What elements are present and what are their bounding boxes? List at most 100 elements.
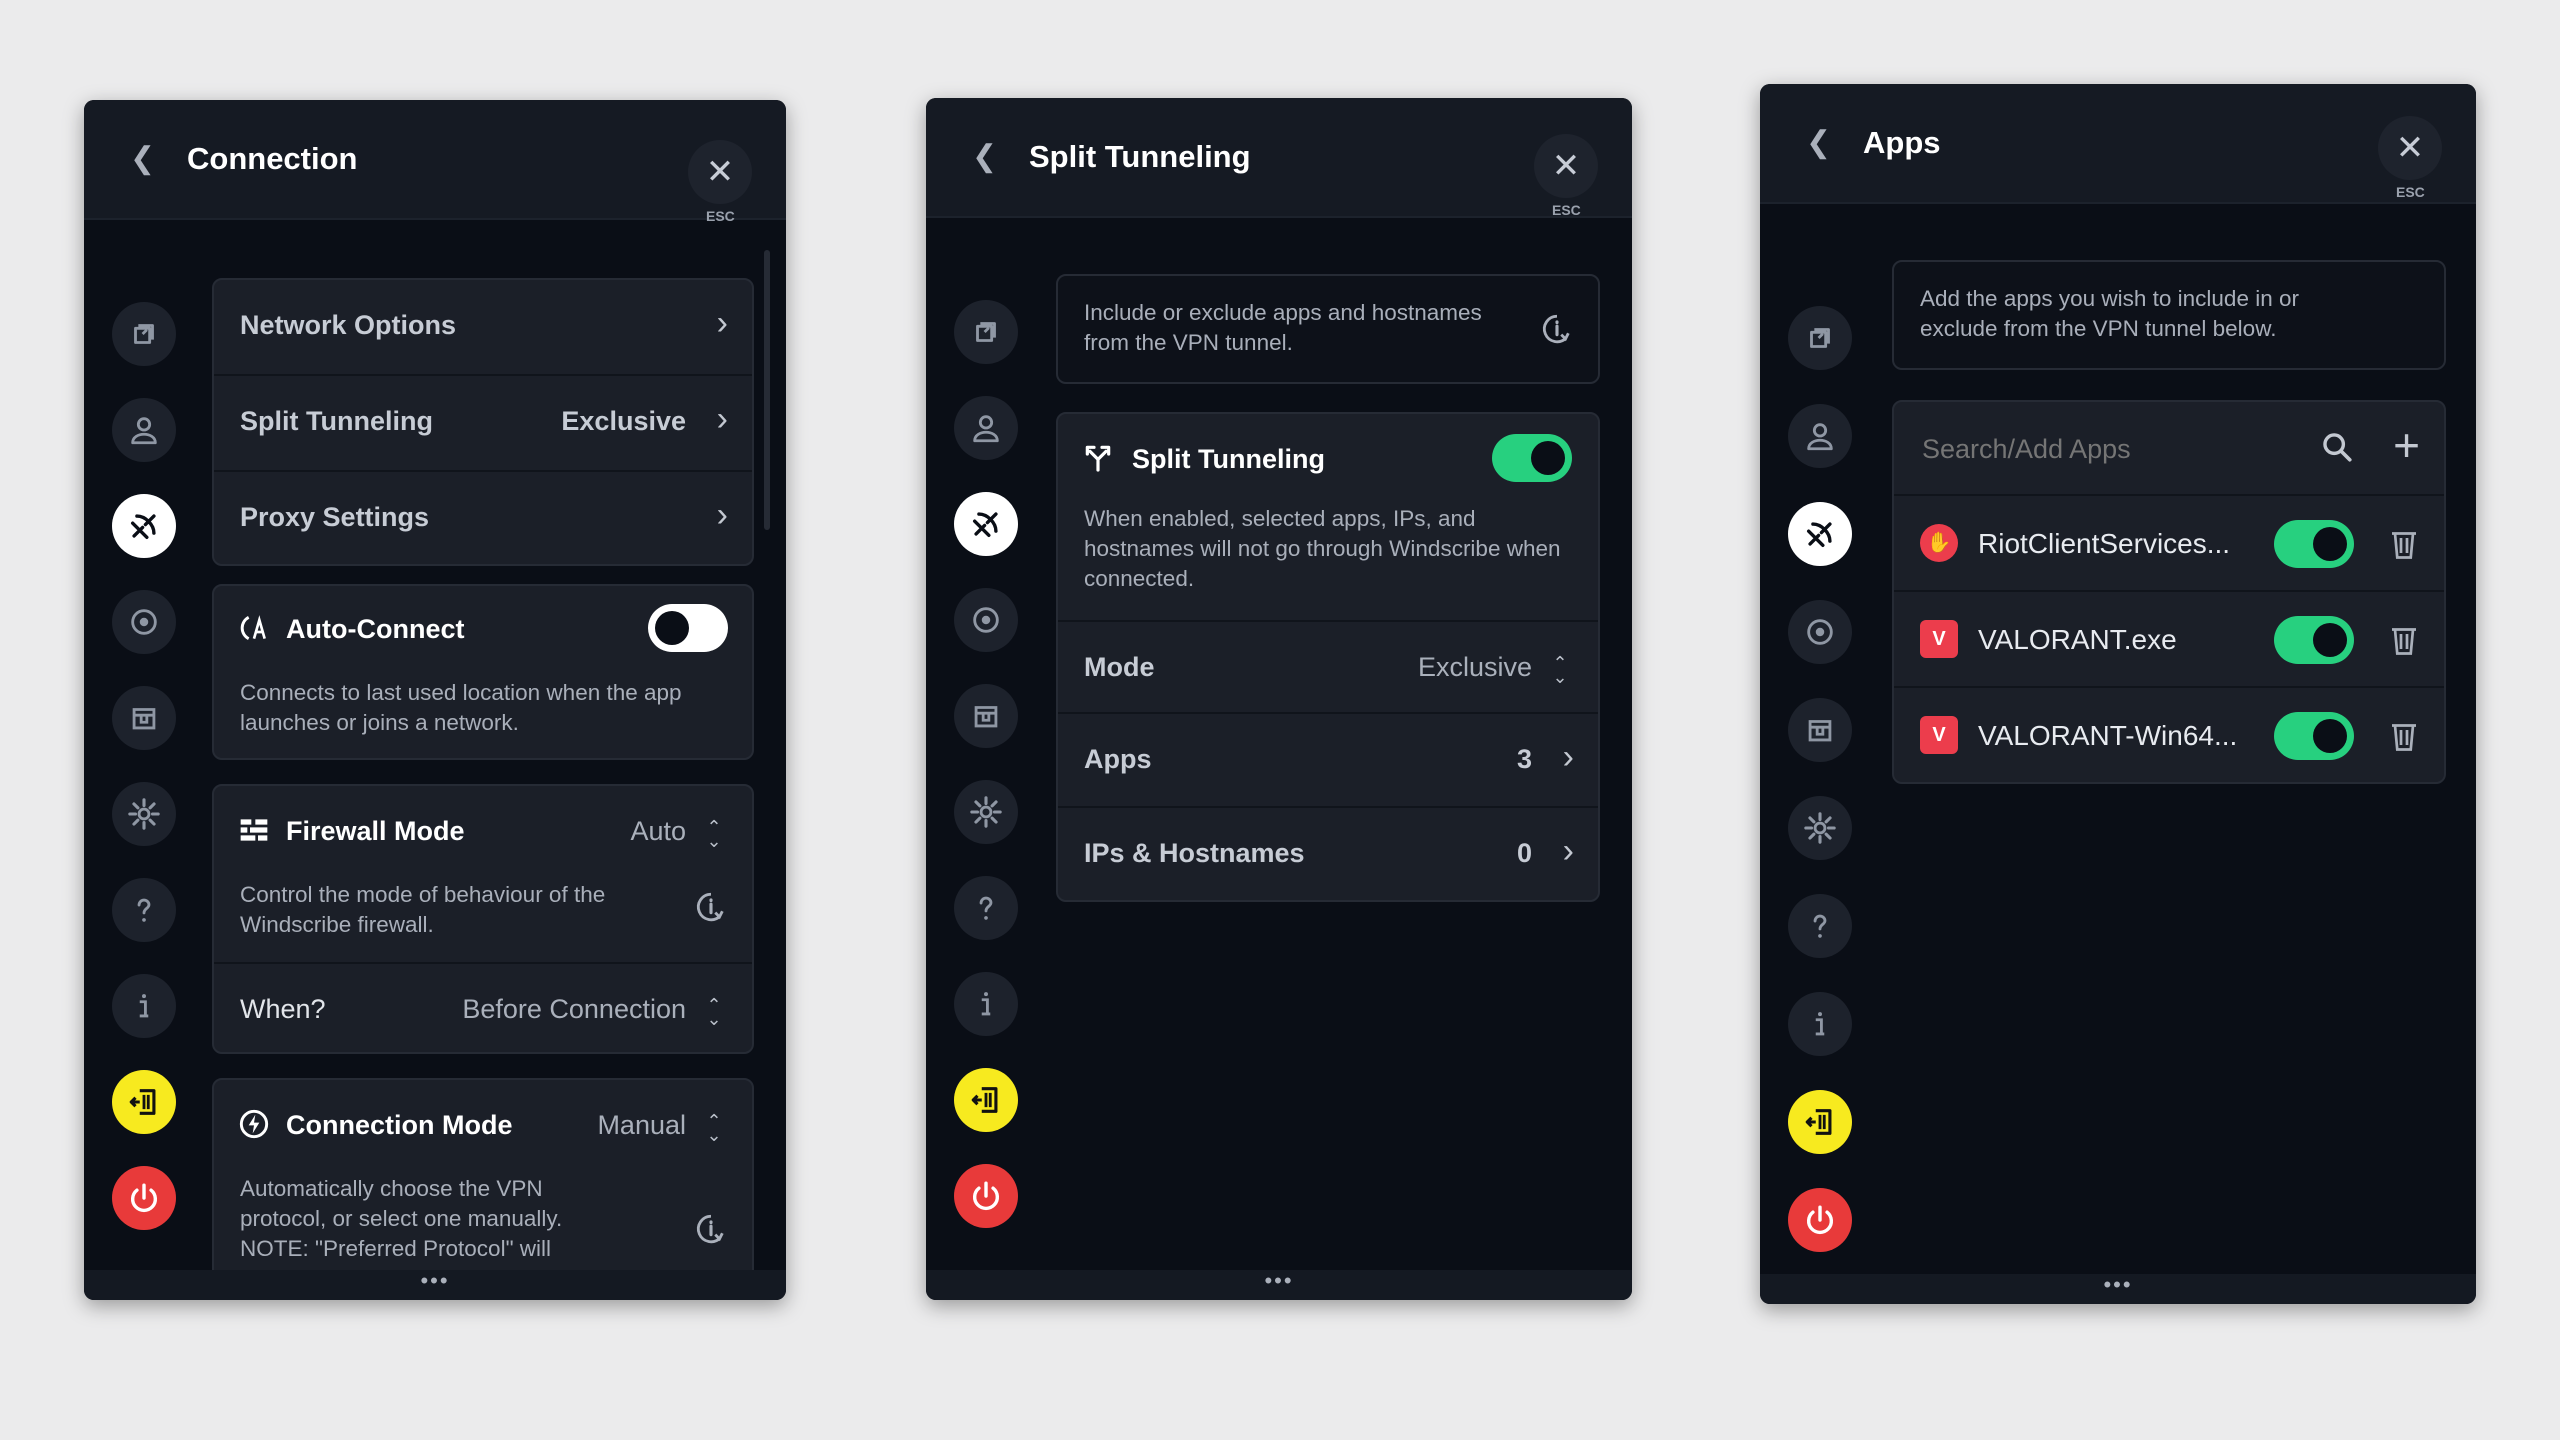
mode-label: Mode: [1084, 652, 1155, 682]
split-intro-card: Include or exclude apps and hostnames fr…: [1056, 274, 1600, 384]
auto-connect-icon: [238, 612, 270, 644]
ips-hostnames-row[interactable]: IPs & Hostnames 0 ›: [1058, 808, 1598, 902]
auto-connect-card: Auto-Connect Connects to last used locat…: [212, 584, 754, 760]
settings-gear-icon[interactable]: [954, 780, 1018, 844]
row-label: Proxy Settings: [240, 502, 430, 532]
robert-icon[interactable]: [112, 590, 176, 654]
preferences-box-icon[interactable]: [1788, 698, 1852, 762]
firewall-mode-title: Firewall Mode: [286, 816, 465, 846]
help-icon[interactable]: [954, 876, 1018, 940]
about-icon[interactable]: [1788, 992, 1852, 1056]
info-icon[interactable]: [694, 1212, 728, 1246]
scrollbar[interactable]: [764, 250, 770, 530]
split-tunneling-toggle[interactable]: [1492, 434, 1572, 482]
chevron-right-icon: ›: [1562, 738, 1574, 776]
info-icon[interactable]: [1540, 312, 1574, 346]
resize-grip[interactable]: •••: [926, 1268, 1632, 1294]
connection-header: ❮ Connection: [84, 100, 786, 220]
apps-intro-text: Add the apps you wish to include in or e…: [1920, 286, 2299, 341]
firewall-when-row[interactable]: When? Before Connection ⌃ ⌄: [214, 962, 752, 1054]
connection-mode-icon: [238, 1108, 270, 1140]
close-button[interactable]: ✕: [1534, 134, 1598, 198]
apps-count: 3: [1516, 744, 1532, 774]
page-title: Connection: [187, 141, 358, 176]
mode-row[interactable]: Mode Exclusive ⌃ ⌄: [1058, 620, 1598, 714]
trash-icon[interactable]: [2386, 524, 2422, 564]
resize-grip[interactable]: •••: [1760, 1272, 2476, 1298]
connection-mode-desc-line2: protocol, or select one manually.: [240, 1206, 563, 1231]
apps-row[interactable]: Apps 3 ›: [1058, 714, 1598, 808]
valorant-icon: V: [1920, 716, 1958, 754]
page-title: Apps: [1863, 125, 1941, 160]
split-tunnel-icon[interactable]: [1788, 502, 1852, 566]
split-fork-icon: [1082, 442, 1114, 474]
valorant-icon: V: [1920, 620, 1958, 658]
preferences-box-icon[interactable]: [112, 686, 176, 750]
split-tunneling-value: Exclusive: [561, 406, 686, 436]
connection-mode-value[interactable]: Manual: [597, 1110, 686, 1141]
preferences-box-icon[interactable]: [954, 684, 1018, 748]
apps-header: ❮ Apps: [1760, 84, 2476, 204]
search-icon[interactable]: [2320, 430, 2354, 464]
power-icon[interactable]: [954, 1164, 1018, 1228]
app-row: ✋ RiotClientServices...: [1894, 496, 2444, 592]
robert-icon[interactable]: [954, 588, 1018, 652]
apps-list-card: + ✋ RiotClientServices... V VALORANT.exe…: [1892, 400, 2446, 784]
connection-icon[interactable]: [954, 300, 1018, 364]
back-icon[interactable]: ❮: [130, 100, 155, 218]
close-button[interactable]: ✕: [2378, 116, 2442, 180]
help-icon[interactable]: [112, 878, 176, 942]
search-row: +: [1894, 402, 2444, 496]
connection-icon[interactable]: [112, 302, 176, 366]
power-icon[interactable]: [112, 1166, 176, 1230]
close-button[interactable]: ✕: [688, 140, 752, 204]
split-tunnel-icon[interactable]: [112, 494, 176, 558]
app-name: VALORANT-Win64...: [1978, 720, 2238, 751]
account-icon[interactable]: [1788, 404, 1852, 468]
split-tunnel-icon[interactable]: [954, 492, 1018, 556]
apps-panel: ❮ Apps ✕ ESC Add the apps you wish to in…: [1760, 84, 2476, 1304]
info-icon[interactable]: [694, 890, 728, 924]
split-settings-card: Split Tunneling When enabled, selected a…: [1056, 412, 1600, 902]
split-tunneling-panel: ❮ Split Tunneling ✕ ESC Include or exclu…: [926, 98, 1632, 1300]
resize-grip[interactable]: •••: [84, 1268, 786, 1294]
account-icon[interactable]: [954, 396, 1018, 460]
robert-icon[interactable]: [1788, 600, 1852, 664]
logout-icon[interactable]: [1788, 1090, 1852, 1154]
search-input[interactable]: [1920, 428, 2284, 470]
help-icon[interactable]: [1788, 894, 1852, 958]
logout-icon[interactable]: [954, 1068, 1018, 1132]
auto-connect-toggle[interactable]: [648, 604, 728, 652]
trash-icon[interactable]: [2386, 620, 2422, 660]
about-icon[interactable]: [112, 974, 176, 1038]
app-toggle[interactable]: [2274, 520, 2354, 568]
app-toggle[interactable]: [2274, 616, 2354, 664]
power-icon[interactable]: [1788, 1188, 1852, 1252]
ips-label: IPs & Hostnames: [1084, 838, 1305, 868]
up-down-icon[interactable]: ⌃ ⌄: [704, 996, 724, 1028]
back-icon[interactable]: ❮: [1806, 84, 1831, 202]
split-intro-text: Include or exclude apps and hostnames fr…: [1084, 300, 1482, 355]
up-down-icon[interactable]: ⌃ ⌄: [704, 1112, 724, 1144]
add-icon[interactable]: +: [2393, 420, 2420, 470]
chevron-right-icon: ›: [716, 304, 728, 342]
network-options-row[interactable]: Network Options ›: [214, 280, 752, 376]
back-icon[interactable]: ❮: [972, 98, 997, 216]
firewall-mode-value[interactable]: Auto: [630, 816, 686, 847]
app-name: RiotClientServices...: [1978, 528, 2231, 559]
connection-icon[interactable]: [1788, 306, 1852, 370]
account-icon[interactable]: [112, 398, 176, 462]
settings-gear-icon[interactable]: [1788, 796, 1852, 860]
proxy-settings-row[interactable]: Proxy Settings ›: [214, 472, 752, 566]
logout-icon[interactable]: [112, 1070, 176, 1134]
settings-gear-icon[interactable]: [112, 782, 176, 846]
split-tunneling-row[interactable]: Split Tunneling Exclusive ›: [214, 376, 752, 472]
about-icon[interactable]: [954, 972, 1018, 1036]
esc-label: ESC: [706, 208, 735, 224]
up-down-icon[interactable]: ⌃ ⌄: [704, 818, 724, 850]
firewall-icon: [238, 814, 270, 846]
app-row: V VALORANT.exe: [1894, 592, 2444, 688]
up-down-icon[interactable]: ⌃ ⌄: [1550, 654, 1570, 686]
app-toggle[interactable]: [2274, 712, 2354, 760]
trash-icon[interactable]: [2386, 716, 2422, 756]
